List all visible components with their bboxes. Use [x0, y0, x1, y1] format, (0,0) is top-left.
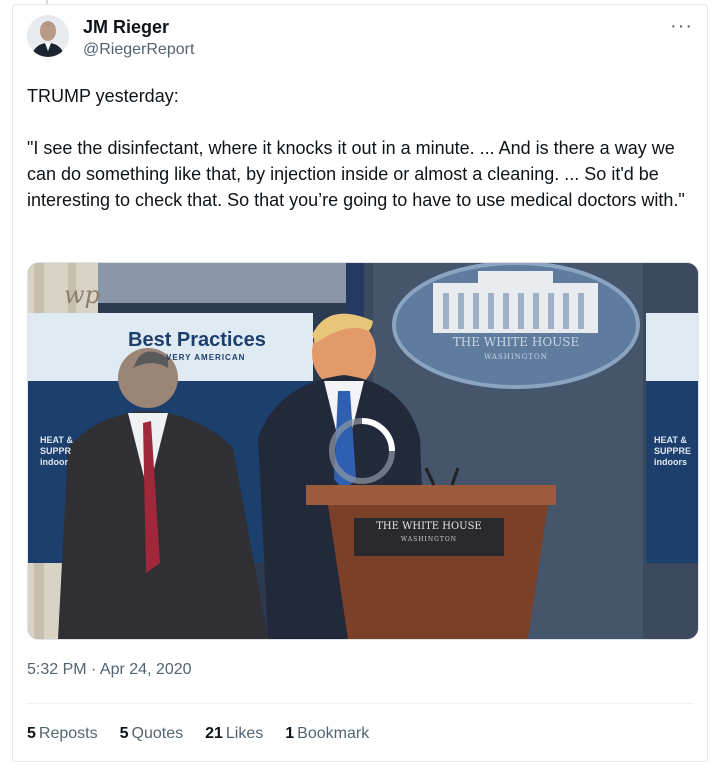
- stat-label: Likes: [225, 725, 264, 742]
- tweet-timestamp[interactable]: 5:32 PM · Apr 24, 2020: [27, 661, 192, 679]
- media-podium-top: THE WHITE HOUSE: [376, 521, 482, 532]
- more-options-icon[interactable]: ···: [670, 15, 693, 38]
- media-right-screen-line: SUPPRE: [654, 446, 692, 456]
- likes-stat[interactable]: 21 Likes: [205, 725, 263, 743]
- media-logo: wp: [64, 281, 100, 309]
- media-banner-title: Best Practices: [128, 329, 266, 351]
- media-right-screen-line: indoors: [654, 457, 687, 467]
- stat-label: Reposts: [38, 725, 98, 742]
- quotes-stat[interactable]: 5 Quotes: [120, 725, 184, 743]
- author-name[interactable]: JM Rieger: [83, 17, 169, 38]
- media-right-screen-line: HEAT &: [654, 435, 687, 445]
- stat-count: 5: [27, 725, 36, 742]
- media-seal-bottom: WASHINGTON: [484, 353, 548, 361]
- bookmarks-stat[interactable]: 1 Bookmark: [285, 725, 369, 743]
- tweet-text: TRUMP yesterday: "I see the disinfectant…: [27, 86, 685, 210]
- divider: [27, 703, 693, 704]
- engagement-stats: 5 Reposts 5 Quotes 21 Likes 1 Bookmark: [27, 725, 369, 743]
- avatar[interactable]: [27, 15, 69, 57]
- media-left-screen-text: HEAT & SUPPR indoor: [40, 435, 73, 468]
- stat-count: 1: [285, 725, 295, 742]
- reposts-stat[interactable]: 5 Reposts: [27, 725, 98, 743]
- media-left-screen-line: indoor: [40, 457, 68, 467]
- media-seal-top: THE WHITE HOUSE: [452, 335, 580, 349]
- media-left-screen-line: HEAT &: [40, 435, 73, 445]
- stat-count: 5: [119, 725, 129, 742]
- media-left-screen-line: SUPPR: [40, 446, 72, 456]
- media-banner-subtitle: VERY AMERICAN: [166, 353, 246, 362]
- media-right-screen-text: HEAT & SUPPRE indoors: [654, 435, 691, 468]
- media-podium-bottom: WASHINGTON: [400, 536, 458, 543]
- tweet-card: JM Rieger @RiegerReport ··· TRUMP yester…: [12, 4, 708, 762]
- tweet-media-video[interactable]: wp Best Practices VERY AMERICAN HEAT & S…: [27, 262, 699, 640]
- author-handle[interactable]: @RiegerReport: [83, 41, 194, 59]
- stat-label: Quotes: [131, 725, 184, 742]
- stat-count: 21: [205, 725, 223, 742]
- stat-label: Bookmark: [297, 725, 370, 742]
